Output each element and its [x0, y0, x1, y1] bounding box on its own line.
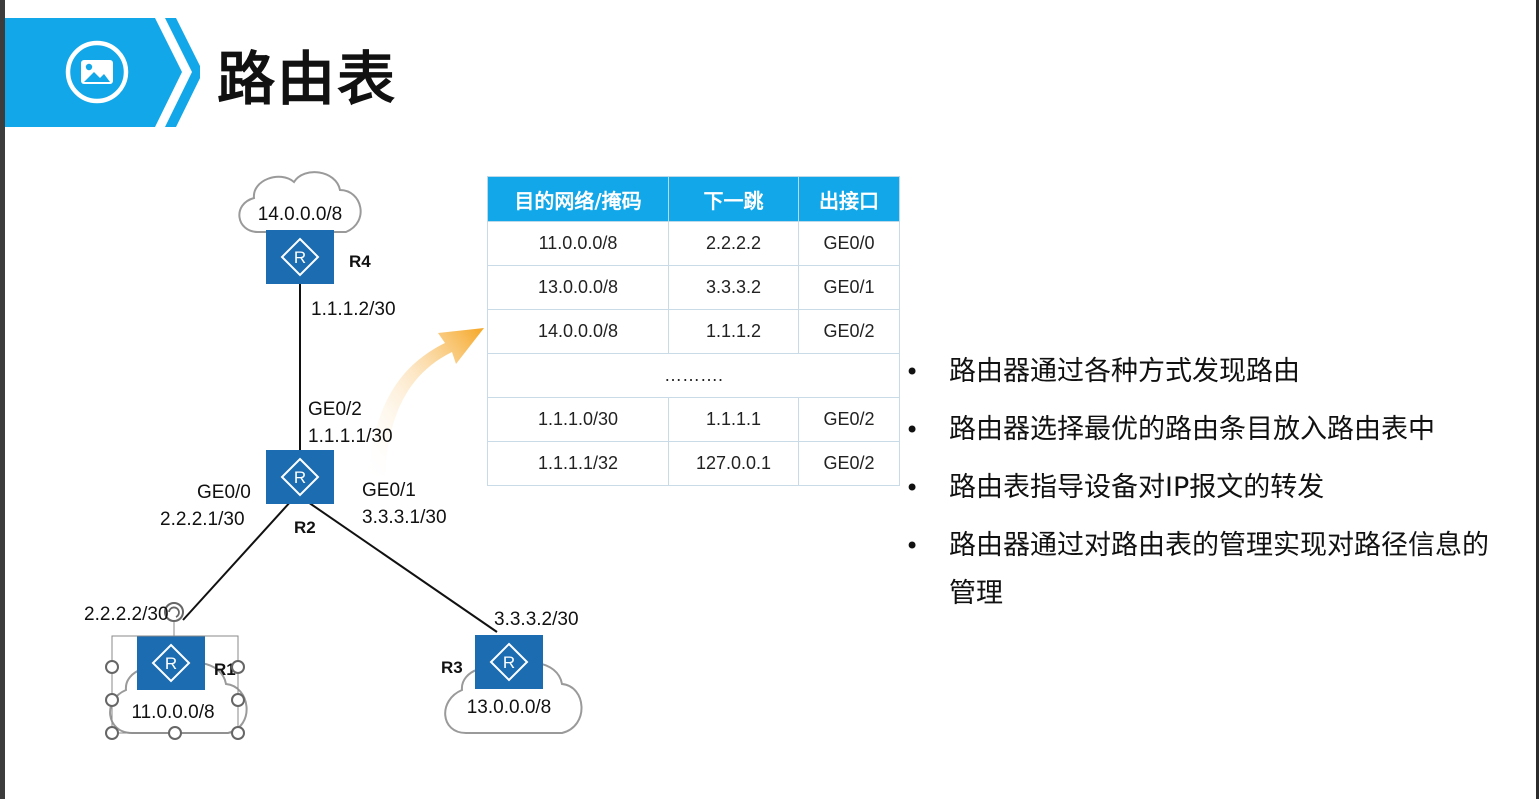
- r2-ge00-label: GE0/0: [197, 482, 251, 503]
- table-row-ellipsis: ……….: [487, 353, 900, 398]
- bullet-item: • 路由器通过各种方式发现路由: [905, 348, 1505, 396]
- table-row: 1.1.1.1/32 127.0.0.1 GE0/2: [487, 441, 900, 486]
- bullet-dot-icon: •: [905, 416, 920, 444]
- cell-ellipsis: ……….: [487, 353, 900, 398]
- cell-next-hop: 3.3.3.2: [668, 265, 799, 310]
- bullet-dot-icon: •: [905, 358, 920, 386]
- bullet-list: • 路由器通过各种方式发现路由 • 路由器选择最优的路由条目放入路由表中 • 路由表指…: [905, 348, 1505, 628]
- cell-destination: 1.1.1.0/30: [487, 397, 669, 442]
- r2-ge01-label: GE0/1: [362, 480, 416, 501]
- bullet-text: 路由器选择最优的路由条目放入路由表中: [949, 414, 1435, 445]
- bullet-dot-icon: •: [905, 532, 920, 560]
- cell-interface: GE0/1: [798, 265, 900, 310]
- bullet-item: • 路由器通过对路由表的管理实现对路径信息的管理: [905, 522, 1489, 618]
- svg-text:R: R: [294, 248, 306, 267]
- bullet-text: 路由表指导设备对IP报文的转发: [949, 472, 1325, 503]
- router-r4: R: [266, 230, 334, 284]
- svg-text:R: R: [165, 654, 177, 673]
- resize-handle[interactable]: [105, 693, 119, 707]
- svg-text:R: R: [503, 653, 515, 672]
- route-arrow: [368, 328, 484, 480]
- router-r2-name: R2: [294, 518, 316, 537]
- r2-ge02-label: GE0/2: [308, 399, 362, 420]
- router-r1: R: [137, 636, 205, 690]
- resize-handle[interactable]: [231, 726, 245, 740]
- routing-table: 目的网络/掩码 下一跳 出接口 11.0.0.0/8 2.2.2.2 GE0/0…: [487, 176, 900, 486]
- cell-next-hop: 1.1.1.1: [668, 397, 799, 442]
- cell-interface: GE0/2: [798, 397, 900, 442]
- cell-destination: 13.0.0.0/8: [487, 265, 669, 310]
- bullet-text: 路由器通过对路由表的管理实现对路径信息的管理: [949, 530, 1489, 609]
- table-row: 11.0.0.0/8 2.2.2.2 GE0/0: [487, 221, 900, 266]
- r3-ip-label: 3.3.3.2/30: [494, 609, 579, 630]
- resize-handle[interactable]: [231, 693, 245, 707]
- cell-next-hop: 127.0.0.1: [668, 441, 799, 486]
- cell-destination: 14.0.0.0/8: [487, 309, 669, 354]
- cell-interface: GE0/2: [798, 441, 900, 486]
- cell-destination: 1.1.1.1/32: [487, 441, 669, 486]
- cloud-r4: 14.0.0.0/8: [238, 171, 362, 233]
- bullet-item: • 路由表指导设备对IP报文的转发: [905, 464, 1505, 512]
- column-header-next-hop: 下一跳: [668, 176, 799, 222]
- r1-ip-label: 2.2.2.2/30: [84, 604, 169, 625]
- resize-handle[interactable]: [105, 726, 119, 740]
- table-header-row: 目的网络/掩码 下一跳 出接口: [487, 176, 900, 222]
- table-row: 1.1.1.0/30 1.1.1.1 GE0/2: [487, 397, 900, 442]
- bullet-text: 路由器通过各种方式发现路由: [949, 356, 1300, 387]
- table-row: 14.0.0.0/8 1.1.1.2 GE0/2: [487, 309, 900, 354]
- resize-handle[interactable]: [168, 726, 182, 740]
- router-r3-name: R3: [441, 658, 463, 677]
- cloud-r4-label: 14.0.0.0/8: [258, 204, 343, 225]
- column-header-destination: 目的网络/掩码: [487, 176, 669, 222]
- cell-next-hop: 1.1.1.2: [668, 309, 799, 354]
- cell-destination: 11.0.0.0/8: [487, 221, 669, 266]
- table-row: 13.0.0.0/8 3.3.3.2 GE0/1: [487, 265, 900, 310]
- r2-ge02-ip-label: 1.1.1.1/30: [308, 426, 393, 447]
- cell-interface: GE0/2: [798, 309, 900, 354]
- resize-handle[interactable]: [105, 660, 119, 674]
- r4-ip-label: 1.1.1.2/30: [311, 299, 396, 320]
- router-r3: R: [475, 635, 543, 689]
- resize-handle[interactable]: [231, 660, 245, 674]
- cloud-r1-label: 11.0.0.0/8: [131, 702, 214, 723]
- svg-text:R: R: [294, 468, 306, 487]
- router-r2: R: [266, 450, 334, 504]
- bullet-item: • 路由器选择最优的路由条目放入路由表中: [905, 406, 1505, 454]
- cloud-r3-label: 13.0.0.0/8: [467, 697, 552, 718]
- cell-interface: GE0/0: [798, 221, 900, 266]
- bullet-dot-icon: •: [905, 474, 920, 502]
- r2-ge00-ip-label: 2.2.2.1/30: [160, 509, 245, 530]
- cell-next-hop: 2.2.2.2: [668, 221, 799, 266]
- column-header-interface: 出接口: [798, 176, 900, 222]
- router-r4-name: R4: [349, 252, 371, 271]
- r2-ge01-ip-label: 3.3.3.1/30: [362, 507, 447, 528]
